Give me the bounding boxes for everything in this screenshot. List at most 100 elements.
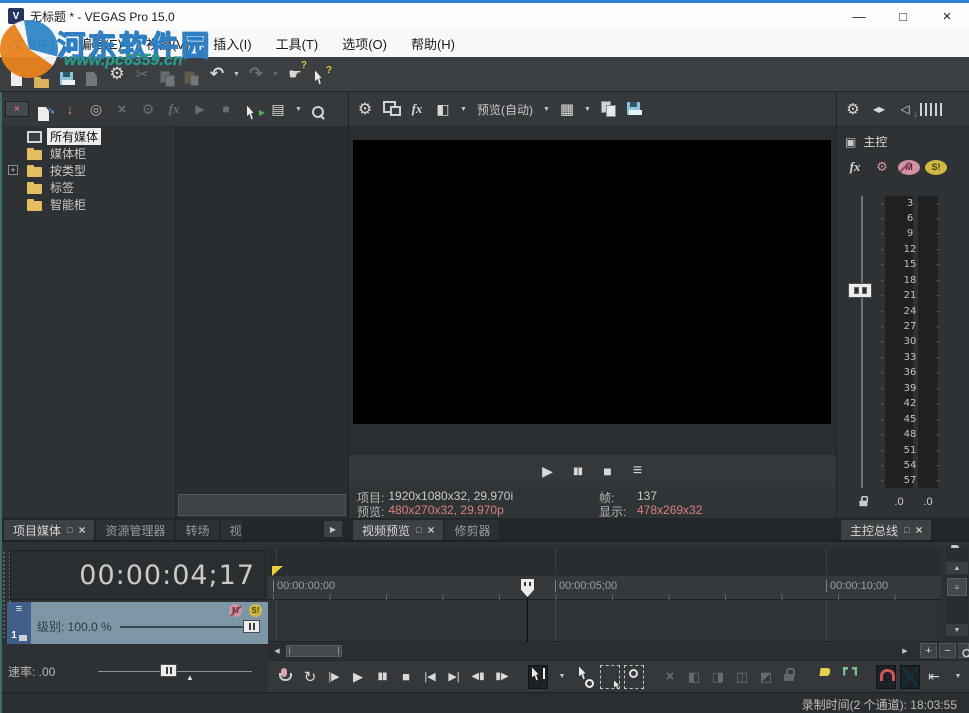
expand-icon[interactable]: + <box>8 165 18 175</box>
tab-transitions[interactable]: 转场 <box>176 520 218 540</box>
play-from-start-icon[interactable]: |▶ <box>324 665 344 689</box>
video-display[interactable] <box>353 140 831 424</box>
record-icon[interactable] <box>276 665 296 689</box>
search-media-icon[interactable] <box>308 102 330 116</box>
vertical-scroll-thumb[interactable]: ≡ <box>947 578 967 596</box>
tab-float-icon[interactable]: □ <box>416 525 421 535</box>
trim-end-icon[interactable]: ◨ <box>708 665 728 689</box>
trim-start-icon[interactable]: ◧ <box>684 665 704 689</box>
track-number-block[interactable]: ≡ 1 <box>7 602 31 644</box>
go-to-start-icon[interactable]: |◀ <box>420 665 440 689</box>
tab-video-preview[interactable]: 视频预览□× <box>353 520 443 540</box>
project-properties-icon[interactable] <box>81 67 103 81</box>
tree-item-all-media[interactable]: 所有媒体 <box>0 128 175 145</box>
tab-master-bus[interactable]: 主控总线□× <box>841 520 931 540</box>
loop-playback-icon[interactable]: ↻ <box>300 665 320 689</box>
track-solo-icon[interactable]: S! <box>249 604 262 617</box>
zoom-in-button[interactable]: + <box>920 643 937 658</box>
preview-pause-icon[interactable]: ▮▮ <box>567 459 589 483</box>
redo-icon[interactable]: ↷ <box>245 62 267 86</box>
grid-overlay-icon[interactable]: ▦ <box>556 97 578 121</box>
whats-this-help-icon[interactable] <box>309 67 331 82</box>
master-fx-icon[interactable]: fx <box>844 155 866 179</box>
cut-icon[interactable]: ✂ <box>131 62 153 86</box>
next-frame-icon[interactable]: ▮▶ <box>492 665 512 689</box>
tab-float-icon[interactable]: □ <box>904 525 909 535</box>
split-screen-icon[interactable]: ◧ <box>432 97 454 121</box>
grid-overlay-dropdown-icon[interactable]: ▼ <box>582 97 593 121</box>
remove-all-media-icon[interactable]: × <box>5 101 29 117</box>
marker-bar[interactable] <box>268 548 941 576</box>
close-button[interactable]: × <box>925 3 969 29</box>
lock-event-icon[interactable] <box>780 665 800 689</box>
split-icon[interactable]: ◫ <box>732 665 752 689</box>
previous-frame-icon[interactable]: ◀▮ <box>468 665 488 689</box>
track-mute-icon[interactable]: M <box>229 604 242 617</box>
preview-play-icon[interactable]: ▶ <box>537 459 559 483</box>
auto-ripple-icon[interactable]: ⇤ <box>924 665 944 689</box>
menu-tools[interactable]: 工具(T) <box>276 34 319 53</box>
preview-quality-selector[interactable]: 预览(自动) <box>473 101 537 118</box>
preview-quality-dropdown-icon[interactable]: ▼ <box>541 97 552 121</box>
preferences-gear-icon[interactable]: ⚙ <box>106 62 128 86</box>
scroll-up-icon[interactable]: ▲ <box>946 562 968 574</box>
tab-explorer[interactable]: 资源管理器 <box>96 520 174 540</box>
auto-crossfade-icon[interactable] <box>900 665 920 689</box>
paste-icon[interactable] <box>181 67 203 81</box>
envelope-edit-tool-icon[interactable] <box>576 665 596 689</box>
tab-scroll-right-icon[interactable]: ▶ <box>324 521 342 537</box>
open-icon[interactable] <box>31 68 53 80</box>
scroll-right-icon[interactable]: ▶ <box>898 644 912 658</box>
auto-ripple-dropdown-icon[interactable]: ▼ <box>948 665 968 689</box>
delete-media-icon[interactable]: × <box>111 97 133 121</box>
insert-marker-icon[interactable] <box>816 665 836 689</box>
menu-help[interactable]: 帮助(H) <box>411 34 455 53</box>
stop-preview-icon[interactable]: ■ <box>215 97 237 121</box>
timecode-display[interactable]: 00:00:04;17 <box>10 550 266 600</box>
track-lane[interactable] <box>268 600 941 642</box>
zoom-edit-tool-icon[interactable] <box>624 665 644 689</box>
track-level-slider[interactable] <box>120 626 258 628</box>
edit-tool-dropdown-icon[interactable]: ▼ <box>552 665 572 689</box>
master-fader-track[interactable] <box>861 196 863 488</box>
tree-item-tags[interactable]: 标签 <box>0 179 175 196</box>
zoom-out-button[interactable]: − <box>939 643 956 658</box>
master-solo-icon[interactable]: S! <box>925 160 947 175</box>
menu-options[interactable]: 选项(O) <box>342 34 387 53</box>
menu-view[interactable]: 视图(V) <box>146 34 189 53</box>
preview-options-icon[interactable]: ≡ <box>627 459 649 483</box>
extract-audio-icon[interactable]: ◎ <box>85 97 107 121</box>
automation-settings-icon[interactable]: ⚙ <box>871 155 893 179</box>
scroll-left-icon[interactable]: ◀ <box>270 644 284 658</box>
preview-stop-icon[interactable]: ■ <box>597 459 619 483</box>
pause-icon[interactable]: ▮▮ <box>372 665 392 689</box>
tree-item-by-type[interactable]: +按类型 <box>0 162 175 179</box>
tab-trimmer[interactable]: 修剪器 <box>445 520 499 540</box>
delete-icon[interactable]: × <box>660 665 680 689</box>
save-snapshot-icon[interactable] <box>623 97 645 111</box>
track-menu-icon[interactable]: ≡ <box>16 605 22 613</box>
insert-region-icon[interactable] <box>840 665 860 689</box>
minimize-strip-icon[interactable]: ▣ <box>845 135 856 149</box>
views-icon[interactable]: ▤ <box>267 97 289 121</box>
audio-device-icon[interactable]: ◁ <box>894 97 916 121</box>
master-fader-handle[interactable] <box>848 283 872 298</box>
undo-icon[interactable]: ↶ <box>206 62 228 86</box>
external-monitor-icon[interactable] <box>380 97 402 111</box>
zoom-tool-button[interactable] <box>958 643 969 658</box>
undo-dropdown-icon[interactable]: ▼ <box>231 62 242 86</box>
tab-close-icon[interactable]: × <box>78 523 85 537</box>
copy-icon[interactable] <box>156 67 178 81</box>
new-project-icon[interactable] <box>6 67 28 81</box>
trim-adjacent-icon[interactable]: ◩ <box>756 665 776 689</box>
tree-item-media-bins[interactable]: 媒体柜 <box>0 145 175 162</box>
media-fx-icon[interactable]: fx <box>163 97 185 121</box>
import-media-icon[interactable] <box>33 102 55 116</box>
media-list-scrollbar[interactable] <box>178 494 346 516</box>
media-list-area[interactable] <box>176 126 348 518</box>
insert-bus-icon[interactable]: ◂▸ <box>868 97 890 121</box>
redo-dropdown-icon[interactable]: ▼ <box>270 62 281 86</box>
media-properties-icon[interactable]: ⚙ <box>137 97 159 121</box>
tab-close-icon[interactable]: × <box>427 523 434 537</box>
tree-item-smart-bins[interactable]: 智能柜 <box>0 196 175 213</box>
